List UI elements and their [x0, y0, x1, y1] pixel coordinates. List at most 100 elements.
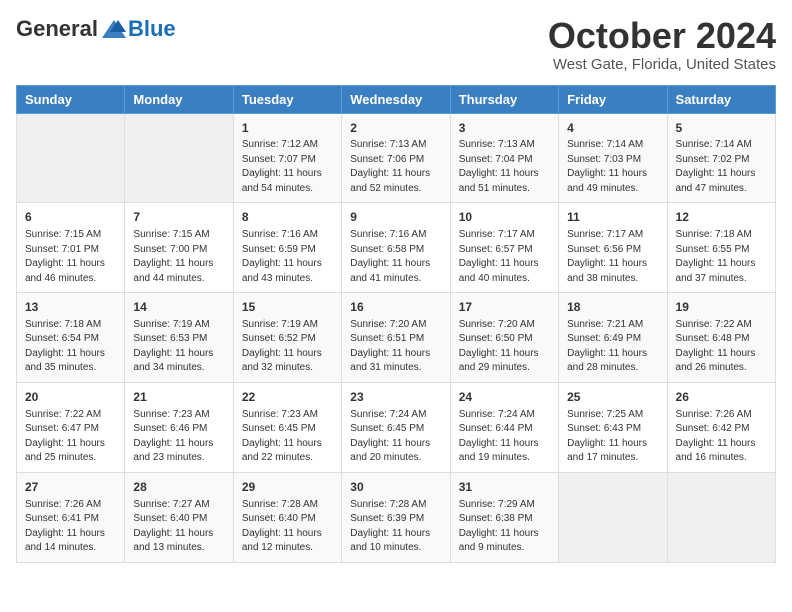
calendar-cell: [559, 472, 667, 562]
day-info: Sunrise: 7:26 AMSunset: 6:42 PMDaylight:…: [676, 408, 767, 466]
logo: General Blue: [16, 16, 176, 42]
day-number: 22: [242, 389, 333, 406]
day-number: 29: [242, 479, 333, 496]
location-text: West Gate, Florida, United States: [548, 56, 776, 73]
weekday-header: Saturday: [667, 85, 775, 113]
calendar-cell: 28 Sunrise: 7:27 AMSunset: 6:40 PMDayligh…: [125, 472, 233, 562]
calendar-cell: 19 Sunrise: 7:22 AMSunset: 6:48 PMDayligh…: [667, 293, 775, 383]
title-block: October 2024 West Gate, Florida, United …: [548, 16, 776, 73]
day-info: Sunrise: 7:15 AMSunset: 7:00 PMDaylight:…: [133, 228, 224, 286]
calendar-cell: 7 Sunrise: 7:15 AMSunset: 7:00 PMDaylight…: [125, 203, 233, 293]
day-info: Sunrise: 7:24 AMSunset: 6:44 PMDaylight:…: [459, 408, 550, 466]
day-info: Sunrise: 7:19 AMSunset: 6:53 PMDaylight:…: [133, 318, 224, 376]
day-info: Sunrise: 7:26 AMSunset: 6:41 PMDaylight:…: [25, 498, 116, 556]
calendar-cell: 22Sunrise: 7:23 AMSunset: 6:45 PMDayligh…: [233, 382, 341, 472]
calendar-table: SundayMondayTuesdayWednesdayThursdayFrid…: [16, 85, 776, 563]
day-info: Sunrise: 7:17 AMSunset: 6:56 PMDaylight:…: [567, 228, 658, 286]
day-number: 8: [242, 209, 333, 226]
day-info: Sunrise: 7:20 AMSunset: 6:51 PMDaylight:…: [350, 318, 441, 376]
calendar-week-row: 6 Sunrise: 7:15 AMSunset: 7:01 PMDaylight…: [17, 203, 776, 293]
calendar-cell: 10Sunrise: 7:17 AMSunset: 6:57 PMDayligh…: [450, 203, 558, 293]
day-number: 3: [459, 120, 550, 137]
day-info: Sunrise: 7:14 AMSunset: 7:03 PMDaylight:…: [567, 138, 658, 196]
calendar-cell: 29 Sunrise: 7:28 AMSunset: 6:40 PMDayligh…: [233, 472, 341, 562]
day-info: Sunrise: 7:18 AMSunset: 6:54 PMDaylight:…: [25, 318, 116, 376]
weekday-header-row: SundayMondayTuesdayWednesdayThursdayFrid…: [17, 85, 776, 113]
calendar-cell: [667, 472, 775, 562]
day-info: Sunrise: 7:16 AMSunset: 6:59 PMDaylight:…: [242, 228, 333, 286]
day-number: 26: [676, 389, 767, 406]
day-number: 27: [25, 479, 116, 496]
day-number: 4: [567, 120, 658, 137]
day-info: Sunrise: 7:27 AMSunset: 6:40 PMDaylight:…: [133, 498, 224, 556]
calendar-cell: 2Sunrise: 7:13 AMSunset: 7:06 PMDaylight…: [342, 113, 450, 203]
day-info: Sunrise: 7:28 AMSunset: 6:40 PMDaylight:…: [242, 498, 333, 556]
day-info: Sunrise: 7:15 AMSunset: 7:01 PMDaylight:…: [25, 228, 116, 286]
calendar-cell: 3Sunrise: 7:13 AMSunset: 7:04 PMDaylight…: [450, 113, 558, 203]
calendar-cell: 14 Sunrise: 7:19 AMSunset: 6:53 PMDayligh…: [125, 293, 233, 383]
calendar-cell: 16Sunrise: 7:20 AMSunset: 6:51 PMDayligh…: [342, 293, 450, 383]
calendar-cell: 30 Sunrise: 7:28 AMSunset: 6:39 PMDayligh…: [342, 472, 450, 562]
day-number: 30: [350, 479, 441, 496]
calendar-week-row: 27 Sunrise: 7:26 AMSunset: 6:41 PMDayligh…: [17, 472, 776, 562]
calendar-cell: 13 Sunrise: 7:18 AMSunset: 6:54 PMDayligh…: [17, 293, 125, 383]
calendar-cell: 5Sunrise: 7:14 AMSunset: 7:02 PMDaylight…: [667, 113, 775, 203]
calendar-week-row: 20Sunrise: 7:22 AMSunset: 6:47 PMDayligh…: [17, 382, 776, 472]
day-info: Sunrise: 7:19 AMSunset: 6:52 PMDaylight:…: [242, 318, 333, 376]
weekday-header: Wednesday: [342, 85, 450, 113]
day-number: 17: [459, 299, 550, 316]
calendar-cell: 27 Sunrise: 7:26 AMSunset: 6:41 PMDayligh…: [17, 472, 125, 562]
calendar-week-row: 13 Sunrise: 7:18 AMSunset: 6:54 PMDayligh…: [17, 293, 776, 383]
day-number: 7: [133, 209, 224, 226]
calendar-cell: [17, 113, 125, 203]
calendar-cell: 20Sunrise: 7:22 AMSunset: 6:47 PMDayligh…: [17, 382, 125, 472]
day-number: 28: [133, 479, 224, 496]
calendar-cell: 17 Sunrise: 7:20 AMSunset: 6:50 PMDayligh…: [450, 293, 558, 383]
month-title: October 2024: [548, 16, 776, 56]
day-number: 2: [350, 120, 441, 137]
day-info: Sunrise: 7:22 AMSunset: 6:48 PMDaylight:…: [676, 318, 767, 376]
day-info: Sunrise: 7:25 AMSunset: 6:43 PMDaylight:…: [567, 408, 658, 466]
day-info: Sunrise: 7:20 AMSunset: 6:50 PMDaylight:…: [459, 318, 550, 376]
day-number: 14: [133, 299, 224, 316]
day-number: 6: [25, 209, 116, 226]
calendar-cell: 15 Sunrise: 7:19 AMSunset: 6:52 PMDayligh…: [233, 293, 341, 383]
calendar-cell: 23Sunrise: 7:24 AMSunset: 6:45 PMDayligh…: [342, 382, 450, 472]
day-info: Sunrise: 7:18 AMSunset: 6:55 PMDaylight:…: [676, 228, 767, 286]
day-number: 21: [133, 389, 224, 406]
calendar-cell: 1Sunrise: 7:12 AMSunset: 7:07 PMDaylight…: [233, 113, 341, 203]
logo-general-text: General: [16, 16, 98, 42]
day-number: 9: [350, 209, 441, 226]
weekday-header: Sunday: [17, 85, 125, 113]
day-info: Sunrise: 7:28 AMSunset: 6:39 PMDaylight:…: [350, 498, 441, 556]
day-number: 18: [567, 299, 658, 316]
day-info: Sunrise: 7:12 AMSunset: 7:07 PMDaylight:…: [242, 138, 333, 196]
weekday-header: Tuesday: [233, 85, 341, 113]
day-number: 10: [459, 209, 550, 226]
calendar-cell: [125, 113, 233, 203]
day-number: 23: [350, 389, 441, 406]
calendar-cell: 6 Sunrise: 7:15 AMSunset: 7:01 PMDaylight…: [17, 203, 125, 293]
calendar-cell: 21Sunrise: 7:23 AMSunset: 6:46 PMDayligh…: [125, 382, 233, 472]
calendar-week-row: 1Sunrise: 7:12 AMSunset: 7:07 PMDaylight…: [17, 113, 776, 203]
calendar-cell: 12Sunrise: 7:18 AMSunset: 6:55 PMDayligh…: [667, 203, 775, 293]
day-number: 24: [459, 389, 550, 406]
day-number: 11: [567, 209, 658, 226]
weekday-header: Monday: [125, 85, 233, 113]
day-number: 31: [459, 479, 550, 496]
calendar-cell: 18Sunrise: 7:21 AMSunset: 6:49 PMDayligh…: [559, 293, 667, 383]
calendar-cell: 4Sunrise: 7:14 AMSunset: 7:03 PMDaylight…: [559, 113, 667, 203]
day-number: 19: [676, 299, 767, 316]
day-number: 1: [242, 120, 333, 137]
day-number: 15: [242, 299, 333, 316]
weekday-header: Thursday: [450, 85, 558, 113]
day-info: Sunrise: 7:14 AMSunset: 7:02 PMDaylight:…: [676, 138, 767, 196]
calendar-cell: 31Sunrise: 7:29 AMSunset: 6:38 PMDayligh…: [450, 472, 558, 562]
day-number: 20: [25, 389, 116, 406]
day-number: 5: [676, 120, 767, 137]
calendar-cell: 26 Sunrise: 7:26 AMSunset: 6:42 PMDayligh…: [667, 382, 775, 472]
calendar-cell: 24 Sunrise: 7:24 AMSunset: 6:44 PMDayligh…: [450, 382, 558, 472]
day-number: 13: [25, 299, 116, 316]
page-header: General Blue October 2024 West Gate, Flo…: [16, 16, 776, 73]
weekday-header: Friday: [559, 85, 667, 113]
